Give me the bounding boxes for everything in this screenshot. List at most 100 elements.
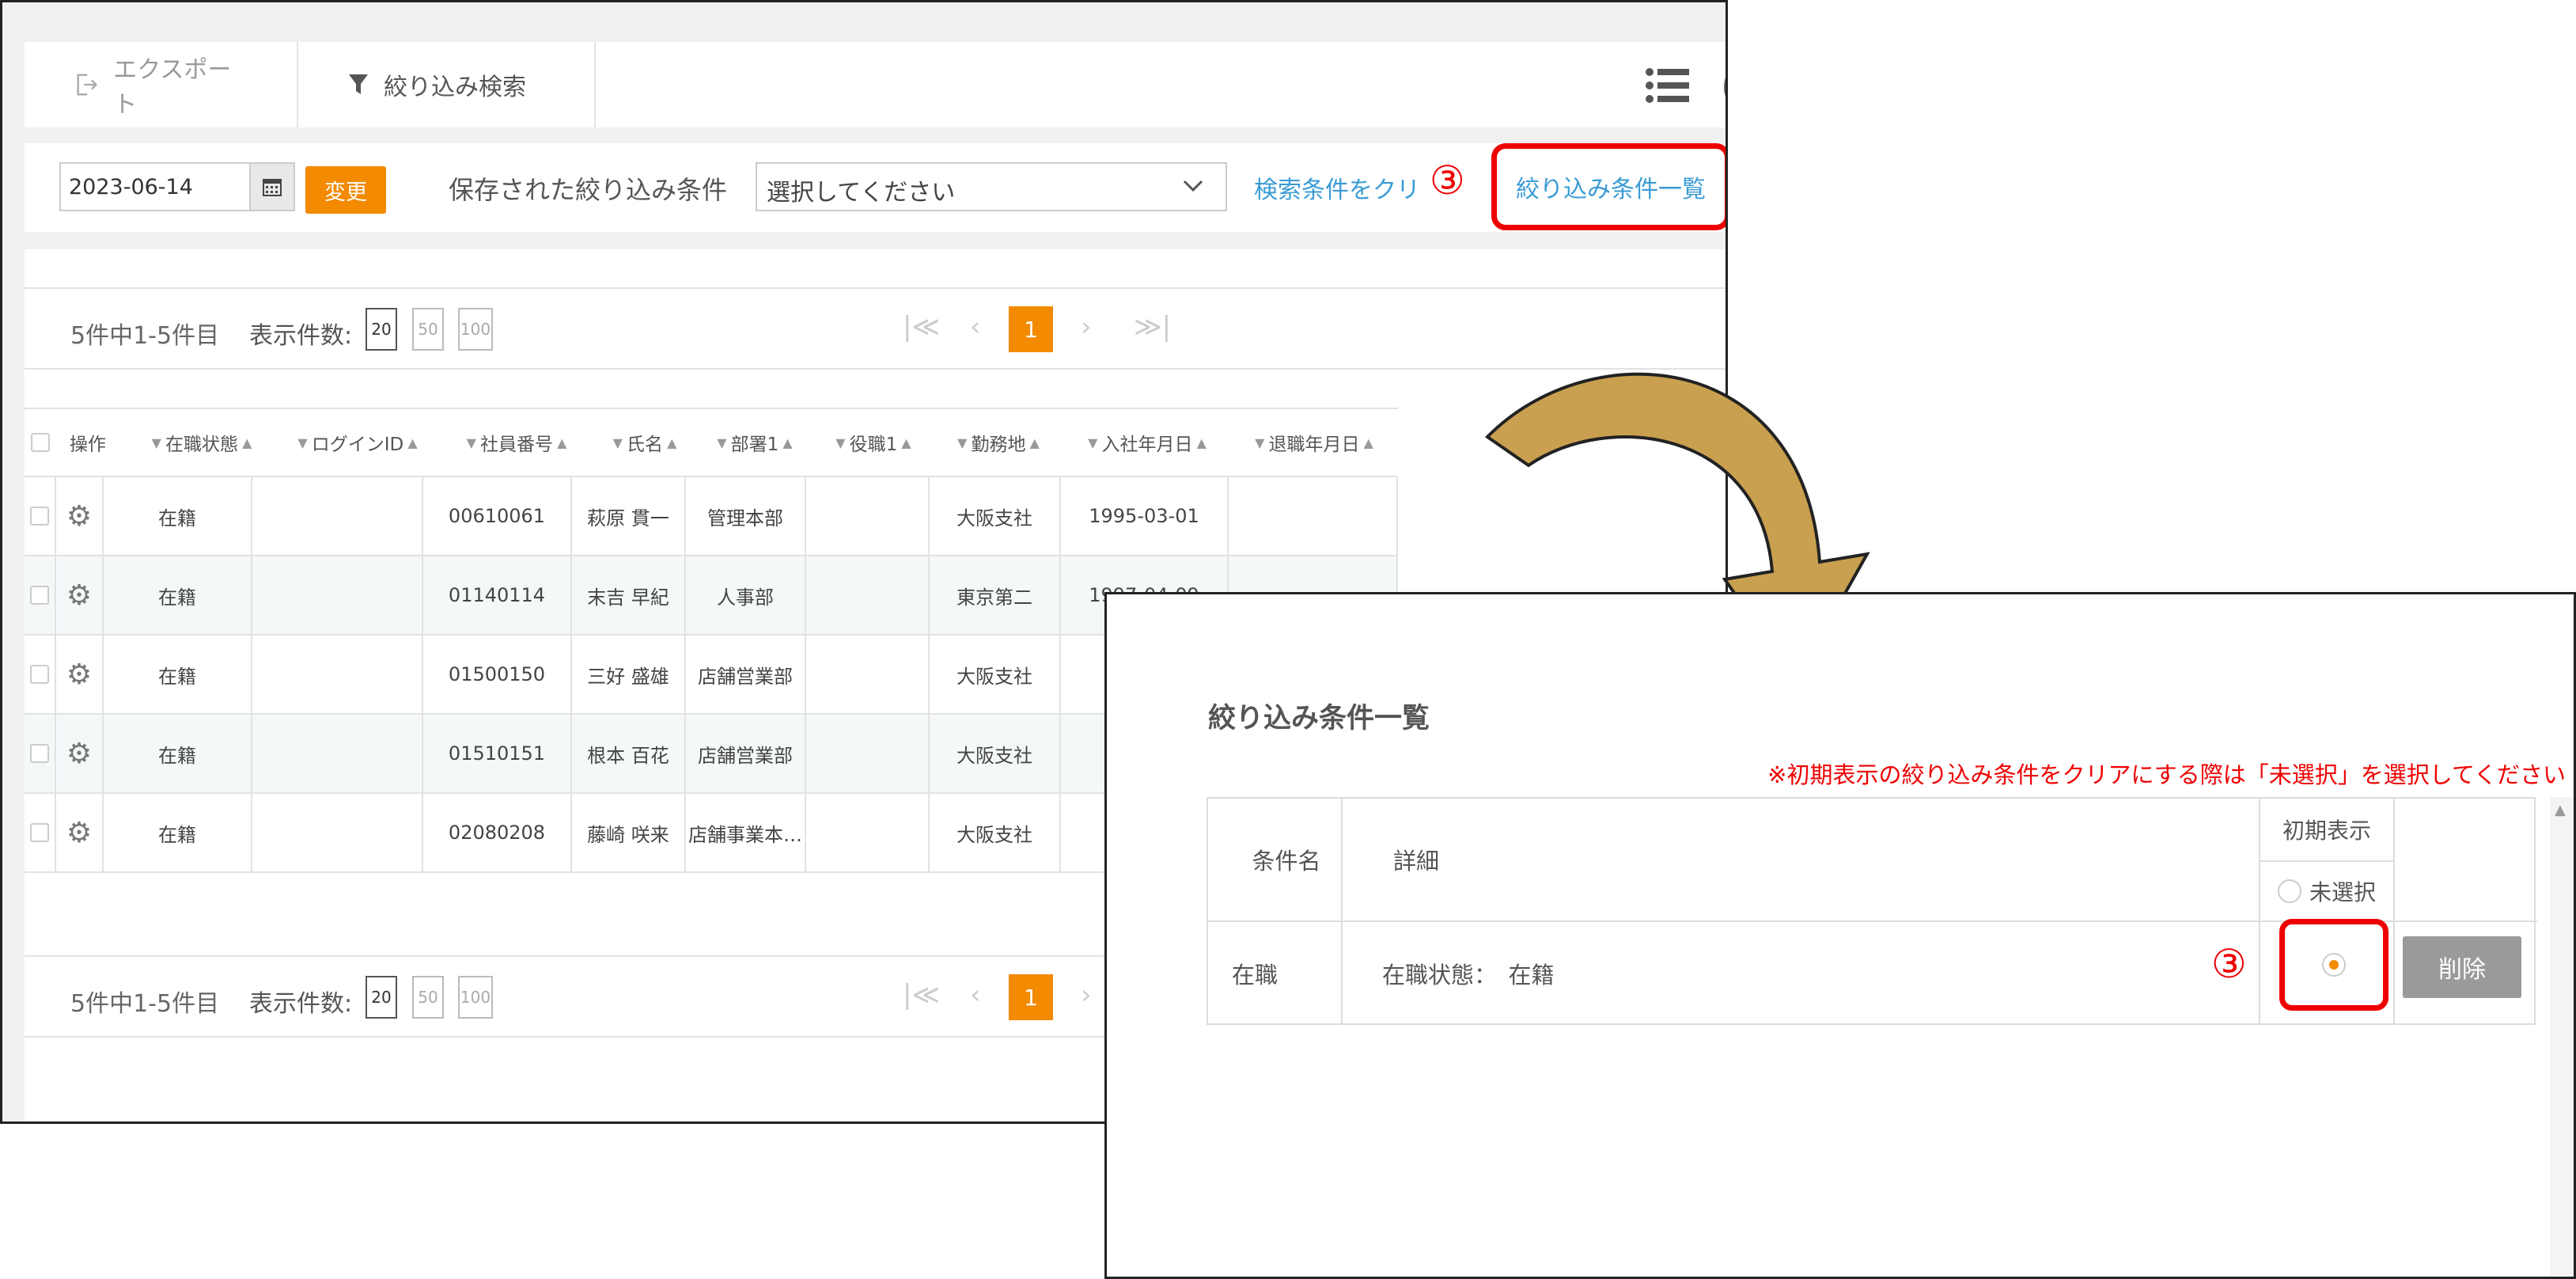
calendar-button[interactable]	[249, 162, 295, 211]
change-button[interactable]: 変更	[305, 166, 386, 214]
scroll-up-icon[interactable]: ▲	[2555, 802, 2566, 818]
cell-name: 根本 百花	[572, 715, 686, 792]
row-action-cell: ⚙	[56, 556, 104, 634]
last-page-icon[interactable]: ≫|	[1134, 311, 1171, 343]
header-department[interactable]: ▼ 部署1 ▲	[695, 409, 814, 476]
header-label: 勤務地	[971, 435, 1026, 455]
cell-status: 在籍	[104, 715, 252, 792]
callout-number: ③	[1430, 158, 1465, 203]
row-checkbox-cell	[25, 556, 56, 634]
settings-circle-icon[interactable]	[1724, 59, 1726, 115]
unselected-radio[interactable]	[2277, 879, 2301, 903]
next-page-icon[interactable]: ›	[1081, 979, 1092, 1011]
page-number-current[interactable]: 1	[1009, 974, 1053, 1020]
cell-status: 在籍	[104, 636, 252, 713]
cell-condition-name: 在職	[1208, 922, 1343, 1025]
highlight-box: 絞り込み条件一覧	[1491, 143, 1726, 230]
cell-location: 大阪支社	[930, 715, 1061, 792]
sort-desc-icon: ▼	[151, 435, 165, 450]
first-page-icon[interactable]: |≪	[903, 979, 940, 1011]
row-checkbox[interactable]	[30, 507, 49, 526]
header-action: 操作	[48, 409, 127, 476]
gear-icon[interactable]: ⚙	[66, 579, 92, 612]
header-employee-no[interactable]: ▼ 社員番号 ▲	[439, 409, 594, 476]
header-label: 退職年月日	[1268, 435, 1360, 455]
cell-employee-no: 02080208	[423, 794, 572, 871]
page-size-20[interactable]: 20	[366, 976, 397, 1019]
sort-asc-icon: ▲	[663, 435, 677, 450]
row-checkbox[interactable]	[30, 665, 49, 684]
header-status[interactable]: ▼ 在職状態 ▲	[127, 409, 276, 476]
sort-desc-icon: ▼	[297, 435, 312, 450]
header-name[interactable]: ▼ 氏名 ▲	[594, 409, 695, 476]
list-view-icon[interactable]	[1645, 66, 1692, 105]
cell-department: 人事部	[686, 556, 806, 634]
cell-status: 在籍	[104, 794, 252, 871]
row-checkbox[interactable]	[30, 744, 49, 763]
table-row[interactable]: ⚙ 在籍 00610061 萩原 貫一 管理本部 大阪支社 1995-03-01	[25, 477, 1398, 556]
export-label: エクスポート	[113, 56, 232, 119]
row-checkbox-cell	[25, 794, 56, 871]
cell-location: 大阪支社	[930, 636, 1061, 713]
gear-icon[interactable]: ⚙	[66, 738, 92, 770]
filter-search-button[interactable]: 絞り込み検索	[298, 42, 596, 127]
sort-desc-icon: ▼	[835, 435, 850, 450]
clear-conditions-link[interactable]: 検索条件をクリ	[1254, 170, 1420, 205]
initial-display-radio[interactable]	[2322, 953, 2346, 977]
header-label: ログインID	[311, 435, 404, 455]
scrollbar[interactable]: ▲	[2550, 797, 2574, 1277]
page-size-100[interactable]: 100	[458, 976, 493, 1019]
export-button[interactable]: エクスポート	[25, 42, 298, 127]
header-leave-date[interactable]: ▼ 退職年月日 ▲	[1230, 409, 1398, 476]
header-blank	[2395, 799, 2537, 920]
first-page-icon[interactable]: |≪	[903, 311, 940, 343]
prev-page-icon[interactable]: ‹	[970, 979, 981, 1011]
filter-icon	[349, 74, 368, 94]
cell-detail: 在職状態： 在籍	[1343, 922, 2260, 1025]
row-action-cell: ⚙	[56, 715, 104, 792]
cell-position	[806, 636, 930, 713]
cell-department: 店舗営業部	[686, 636, 806, 713]
cell-name: 三好 盛雄	[572, 636, 686, 713]
page-size-label: 表示件数:	[249, 322, 353, 350]
row-checkbox[interactable]	[30, 823, 49, 842]
header-hire-date[interactable]: ▼ 入社年月日 ▲	[1064, 409, 1230, 476]
header-condition-name: 条件名	[1208, 799, 1343, 920]
next-page-icon[interactable]: ›	[1081, 311, 1092, 343]
gear-icon[interactable]: ⚙	[66, 658, 92, 691]
sort-asc-icon: ▲	[1025, 435, 1040, 450]
page-size-100[interactable]: 100	[458, 308, 493, 351]
gear-icon[interactable]: ⚙	[66, 500, 92, 533]
header-position[interactable]: ▼ 役職1 ▲	[814, 409, 933, 476]
filter-label: 絞り込み検索	[384, 74, 526, 101]
sort-asc-icon: ▲	[778, 435, 793, 450]
unselected-label: 未選択	[2309, 879, 2376, 905]
date-input[interactable]: 2023-06-14	[59, 162, 251, 211]
sort-desc-icon: ▼	[612, 435, 627, 450]
filter-bar: 2023-06-14 変更 保存された絞り込み条件 選択してください 検索条件を…	[25, 143, 1726, 232]
sort-desc-icon: ▼	[1255, 435, 1269, 450]
pager-top: 5件中1-5件目 表示件数: 20 50 100 |≪ ‹ 1 › ≫|	[25, 287, 1726, 370]
cell-employee-no: 01500150	[423, 636, 572, 713]
filter-list-link[interactable]: 絞り込み条件一覧	[1516, 169, 1706, 204]
delete-button[interactable]: 削除	[2403, 936, 2521, 998]
page-number-current[interactable]: 1	[1009, 306, 1053, 352]
prev-page-icon[interactable]: ‹	[970, 311, 981, 343]
record-count: 5件中1-5件目	[70, 990, 220, 1018]
row-checkbox[interactable]	[30, 586, 49, 605]
row-checkbox-cell	[25, 636, 56, 713]
cell-name: 末吉 早紀	[572, 556, 686, 634]
gear-icon[interactable]: ⚙	[66, 817, 92, 849]
header-location[interactable]: ▼ 勤務地 ▲	[933, 409, 1064, 476]
page-size-50[interactable]: 50	[412, 976, 444, 1019]
page-size-20[interactable]: 20	[366, 308, 397, 351]
header-login-id[interactable]: ▼ ログインID ▲	[276, 409, 439, 476]
page-size-50[interactable]: 50	[412, 308, 444, 351]
select-all-checkbox[interactable]	[31, 433, 50, 452]
sort-asc-icon: ▲	[1359, 435, 1373, 450]
cell-location: 大阪支社	[930, 794, 1061, 871]
saved-filter-select[interactable]: 選択してください	[756, 162, 1227, 211]
filter-list-dialog: 絞り込み条件一覧 ※初期表示の絞り込み条件をクリアにする際は「未選択」を選択して…	[1104, 592, 2576, 1279]
unselected-option[interactable]: 未選択	[2260, 862, 2395, 920]
header-label: 入社年月日	[1101, 435, 1193, 455]
